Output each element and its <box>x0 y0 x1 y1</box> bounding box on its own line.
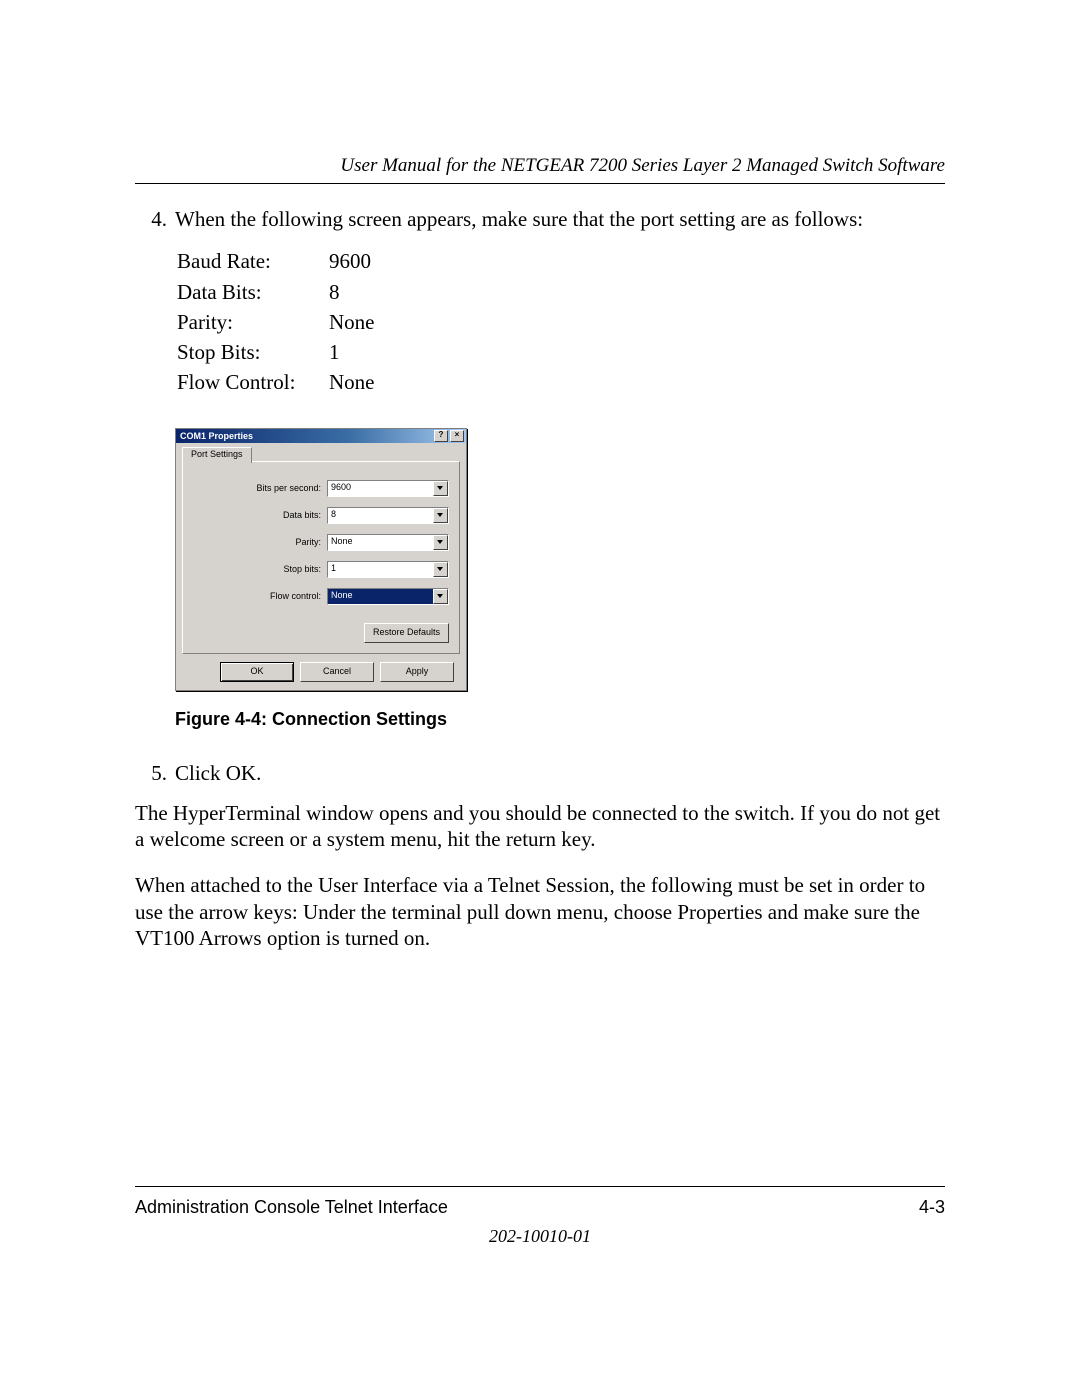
setting-value: None <box>329 309 409 337</box>
footer-page-number: 4-3 <box>919 1197 945 1218</box>
field-flow-control: Flow control: None <box>193 588 449 605</box>
dialog-title: COM1 Properties <box>180 431 253 441</box>
field-stop-bits: Stop bits: 1 <box>193 561 449 578</box>
header-rule <box>135 183 945 184</box>
page-footer: Administration Console Telnet Interface … <box>135 1186 945 1247</box>
setting-label: Parity: <box>177 309 327 337</box>
step-4-text: When the following screen appears, make … <box>175 206 945 232</box>
tab-port-settings[interactable]: Port Settings <box>182 447 252 463</box>
setting-label: Flow Control: <box>177 369 327 397</box>
step-5: 5. Click OK. <box>135 760 945 786</box>
setting-row: Data Bits: 8 <box>177 279 409 307</box>
flow-control-combo[interactable]: None <box>327 588 449 605</box>
footer-rule <box>135 1186 945 1187</box>
field-label: Parity: <box>231 537 327 547</box>
bits-per-second-combo[interactable]: 9600 <box>327 480 449 497</box>
manual-title: User Manual for the NETGEAR 7200 Series … <box>135 155 945 177</box>
data-bits-combo[interactable]: 8 <box>327 507 449 524</box>
field-label: Flow control: <box>231 591 327 601</box>
setting-value: 8 <box>329 279 409 307</box>
setting-value: None <box>329 369 409 397</box>
field-bits-per-second: Bits per second: 9600 <box>193 480 449 497</box>
field-label: Bits per second: <box>231 483 327 493</box>
port-settings-table: Baud Rate: 9600 Data Bits: 8 Parity: Non… <box>175 246 411 399</box>
chevron-down-icon[interactable] <box>433 562 448 577</box>
combo-value: 1 <box>328 562 433 577</box>
setting-value: 9600 <box>329 248 409 276</box>
paragraph-telnet: When attached to the User Interface via … <box>135 872 945 951</box>
figure-caption: Figure 4-4: Connection Settings <box>175 709 945 730</box>
dialog-titlebar[interactable]: COM1 Properties ? × <box>176 429 466 443</box>
combo-value: 9600 <box>328 481 433 496</box>
setting-label: Stop Bits: <box>177 339 327 367</box>
field-label: Data bits: <box>231 510 327 520</box>
combo-value: None <box>328 589 433 604</box>
setting-row: Stop Bits: 1 <box>177 339 409 367</box>
restore-defaults-button[interactable]: Restore Defaults <box>364 623 449 643</box>
field-parity: Parity: None <box>193 534 449 551</box>
paragraph-hyperterminal: The HyperTerminal window opens and you s… <box>135 800 945 853</box>
figure-4-4: COM1 Properties ? × Port Settings Bits p… <box>175 428 945 691</box>
combo-value: 8 <box>328 508 433 523</box>
field-data-bits: Data bits: 8 <box>193 507 449 524</box>
combo-value: None <box>328 535 433 550</box>
port-settings-panel: Bits per second: 9600 Data bits: 8 <box>182 461 460 654</box>
close-button[interactable]: × <box>450 430 464 442</box>
dialog-body: Port Settings Bits per second: 9600 Data… <box>176 443 466 690</box>
chevron-down-icon[interactable] <box>433 589 448 604</box>
step-5-number: 5. <box>135 760 175 786</box>
cancel-button[interactable]: Cancel <box>300 662 374 682</box>
page: User Manual for the NETGEAR 7200 Series … <box>0 0 1080 1397</box>
dialog-button-row: OK Cancel Apply <box>182 654 460 682</box>
setting-row: Baud Rate: 9600 <box>177 248 409 276</box>
setting-label: Data Bits: <box>177 279 327 307</box>
help-button[interactable]: ? <box>434 430 448 442</box>
chevron-down-icon[interactable] <box>433 481 448 496</box>
footer-document-number: 202-10010-01 <box>135 1226 945 1247</box>
ok-button[interactable]: OK <box>220 662 294 682</box>
tabstrip: Port Settings <box>182 447 460 462</box>
parity-combo[interactable]: None <box>327 534 449 551</box>
chevron-down-icon[interactable] <box>433 508 448 523</box>
chevron-down-icon[interactable] <box>433 535 448 550</box>
step-4-number: 4. <box>135 206 175 232</box>
step-4: 4. When the following screen appears, ma… <box>135 206 945 232</box>
setting-label: Baud Rate: <box>177 248 327 276</box>
apply-button[interactable]: Apply <box>380 662 454 682</box>
setting-row: Flow Control: None <box>177 369 409 397</box>
setting-row: Parity: None <box>177 309 409 337</box>
step-5-text: Click OK. <box>175 760 945 786</box>
field-label: Stop bits: <box>231 564 327 574</box>
setting-value: 1 <box>329 339 409 367</box>
com1-properties-dialog: COM1 Properties ? × Port Settings Bits p… <box>175 428 467 691</box>
stop-bits-combo[interactable]: 1 <box>327 561 449 578</box>
footer-section-name: Administration Console Telnet Interface <box>135 1197 448 1218</box>
